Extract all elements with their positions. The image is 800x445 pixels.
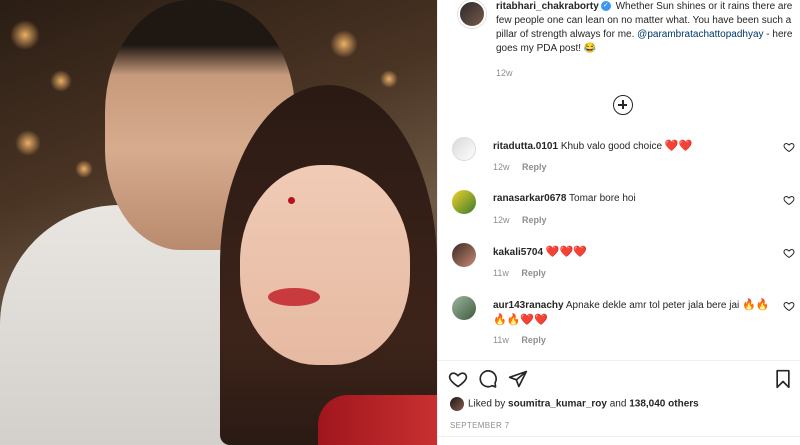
- comment-item: kakali5704 ❤️❤️❤️ 11w Reply: [448, 243, 800, 303]
- liker-avatar[interactable]: [450, 397, 464, 411]
- commenter-avatar[interactable]: [452, 243, 476, 267]
- post-caption: ritabhari_chakraborty ✓ Whether Sun shine…: [448, 0, 798, 85]
- commenter-avatar[interactable]: [452, 137, 476, 161]
- reply-button[interactable]: Reply: [521, 268, 546, 278]
- post-details-panel: ritabhari_chakraborty ✓ Whether Sun shine…: [437, 0, 800, 445]
- heart-icon[interactable]: [448, 369, 468, 389]
- author-avatar[interactable]: [458, 0, 486, 28]
- post-date[interactable]: SEPTEMBER 7: [450, 421, 509, 430]
- bokeh-light: [380, 70, 398, 88]
- commenter-username[interactable]: aur143ranachy: [493, 300, 564, 311]
- liked-by-prefix: Liked by: [468, 398, 506, 410]
- post-actions-bar: [438, 360, 800, 390]
- comment-time[interactable]: 11w: [493, 268, 509, 278]
- commenter-avatar[interactable]: [452, 190, 476, 214]
- comment-item: ritadutta.0101 Khub valo good choice ❤️❤…: [448, 137, 800, 197]
- bindi: [288, 197, 295, 204]
- comment-emoji: ❤️❤️❤️: [545, 246, 587, 258]
- saree: [318, 395, 437, 445]
- bokeh-light: [50, 70, 72, 92]
- bookmark-icon[interactable]: [773, 369, 793, 389]
- comment-text: ranasarkar0678 Tomar bore hoi: [493, 192, 778, 206]
- comment-item: aur143ranachy Apnake dekle amr tol peter…: [448, 296, 800, 356]
- comment-meta: 11w Reply: [493, 268, 546, 278]
- caption-time[interactable]: 12w: [496, 68, 513, 78]
- comment-body: Khub valo good choice: [560, 141, 662, 152]
- woman-lips: [268, 288, 320, 306]
- heart-icon[interactable]: [783, 300, 795, 312]
- comment-meta: 12w Reply: [493, 162, 547, 172]
- comment-text: ritadutta.0101 Khub valo good choice ❤️❤…: [493, 139, 778, 154]
- heart-icon[interactable]: [783, 247, 795, 259]
- commenter-username[interactable]: ritadutta.0101: [493, 141, 558, 152]
- comment-emoji: ❤️❤️: [664, 140, 693, 152]
- verified-icon: ✓: [600, 1, 611, 12]
- comment-body: Tomar bore hoi: [569, 193, 636, 204]
- plus-circle-icon[interactable]: [613, 95, 633, 115]
- comment-body: Apnake dekle amr tol peter jala bere jai: [565, 300, 740, 311]
- author-username[interactable]: ritabhari_chakraborty: [496, 1, 599, 12]
- comment-meta: 12w Reply: [493, 215, 547, 225]
- liked-by-connector: and: [609, 398, 627, 410]
- caption-mention[interactable]: @parambratachattopadhyay: [637, 29, 763, 40]
- bokeh-light: [75, 160, 93, 178]
- reply-button[interactable]: Reply: [522, 215, 547, 225]
- divider: [438, 436, 800, 437]
- comment-icon[interactable]: [478, 369, 498, 389]
- commenter-username[interactable]: kakali5704: [493, 247, 543, 258]
- post-photo[interactable]: [0, 0, 437, 445]
- comment-text: aur143ranachy Apnake dekle amr tol peter…: [493, 298, 778, 328]
- comment-item: ranasarkar0678 Tomar bore hoi 12w Reply: [448, 190, 800, 250]
- heart-icon[interactable]: [783, 194, 795, 206]
- liker-username[interactable]: soumitra_kumar_roy: [508, 399, 607, 410]
- commenter-avatar[interactable]: [452, 296, 476, 320]
- share-icon[interactable]: [508, 369, 528, 389]
- reply-button[interactable]: Reply: [521, 335, 546, 345]
- comment-text: kakali5704 ❤️❤️❤️: [493, 245, 778, 260]
- comment-time[interactable]: 12w: [493, 162, 510, 172]
- likes-summary: Liked by soumitra_kumar_roy and 138,040 …: [450, 397, 699, 411]
- commenter-username[interactable]: ranasarkar0678: [493, 193, 566, 204]
- reply-button[interactable]: Reply: [522, 162, 547, 172]
- likes-count[interactable]: 138,040 others: [629, 399, 699, 410]
- bokeh-light: [15, 130, 41, 156]
- heart-icon[interactable]: [783, 141, 795, 153]
- bokeh-light: [330, 30, 358, 58]
- caption-text: ritabhari_chakraborty ✓ Whether Sun shine…: [496, 0, 800, 56]
- comment-time[interactable]: 11w: [493, 335, 509, 345]
- comment-time[interactable]: 12w: [493, 215, 510, 225]
- woman-face: [240, 165, 410, 365]
- bokeh-light: [10, 20, 40, 50]
- comment-meta: 11w Reply: [493, 335, 546, 345]
